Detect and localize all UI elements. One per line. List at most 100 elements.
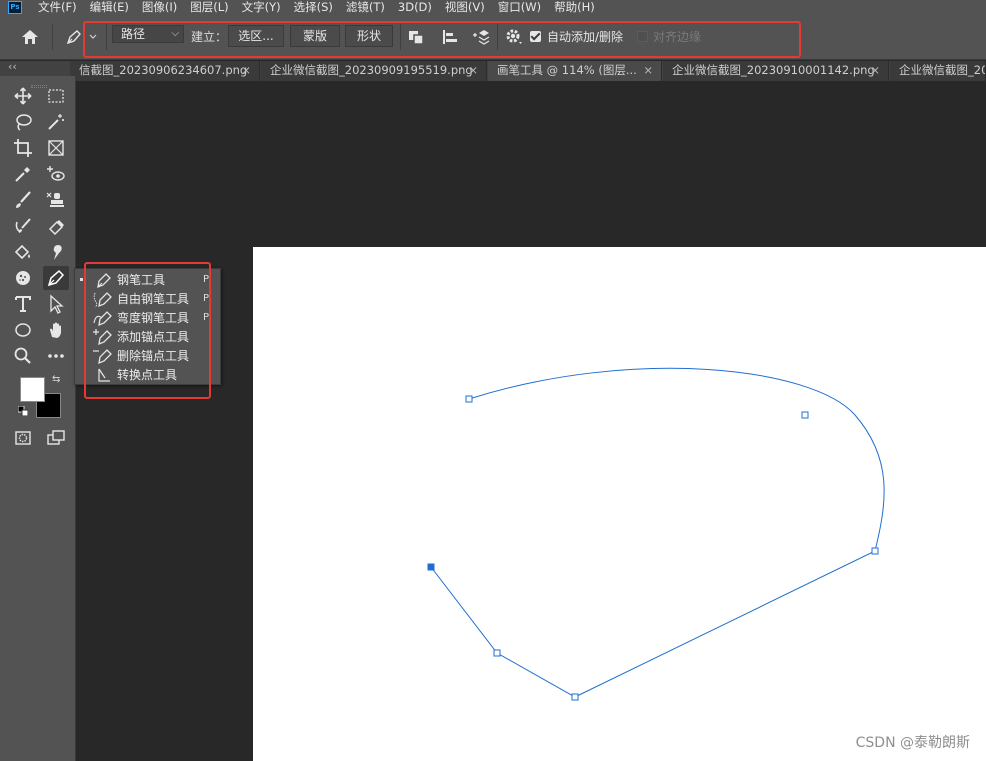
frame-tool[interactable] — [43, 136, 69, 160]
pen-tool[interactable] — [43, 266, 69, 290]
flyout-item-delete-anchor[interactable]: 删除锚点工具 — [75, 346, 222, 365]
close-icon[interactable]: × — [241, 61, 251, 79]
make-mask-button[interactable]: 蒙版 — [290, 25, 340, 47]
delete-anchor-icon — [93, 348, 112, 364]
hand-tool[interactable] — [43, 318, 69, 342]
eraser-tool[interactable] — [43, 214, 69, 238]
rectangular-marquee-icon — [48, 89, 64, 103]
eyedropper-icon — [15, 167, 30, 182]
ellipse-tool[interactable] — [10, 318, 36, 342]
path-arrangement-icon — [473, 30, 490, 45]
eyedropper-tool[interactable] — [10, 162, 36, 186]
path-operations-button[interactable] — [406, 27, 426, 47]
pen-icon — [66, 30, 97, 45]
make-selection-button[interactable]: 选区... — [228, 25, 284, 47]
menu-3d[interactable]: 3D(D) — [398, 0, 432, 14]
tool-mode-select[interactable]: 路径 ⌵ — [112, 25, 184, 43]
home-button[interactable] — [18, 26, 42, 48]
document-tab[interactable]: 企业微信截图_20230909195519.png × — [261, 61, 487, 81]
document-tab[interactable]: 企业微信截图_20 — [890, 61, 986, 81]
menu-file[interactable]: 文件(F) — [38, 0, 77, 14]
frame-icon — [48, 140, 64, 156]
zoom-icon — [14, 347, 31, 364]
menu-edit[interactable]: 编辑(E) — [90, 0, 129, 14]
screen-mode-button[interactable] — [43, 426, 69, 450]
edit-toolbar-button[interactable] — [43, 344, 69, 368]
auto-add-delete-checkbox[interactable]: 自动添加/删除 — [530, 28, 623, 45]
tools-panel: ⇆ — [0, 76, 76, 761]
swap-colors-icon[interactable]: ⇆ — [52, 374, 60, 385]
quick-mask-icon — [15, 431, 31, 445]
anchor-point[interactable] — [571, 693, 579, 701]
separator — [52, 24, 53, 50]
brush-tool[interactable] — [10, 188, 36, 212]
menu-filter[interactable]: 滤镜(T) — [346, 0, 385, 14]
default-colors-icon[interactable] — [18, 406, 28, 416]
smudge-tool[interactable] — [43, 240, 69, 264]
document-tab[interactable]: 企业微信截图_20230910001142.png × — [663, 61, 889, 81]
document-tab[interactable]: 信截图_20230906234607.png × — [70, 61, 260, 81]
sponge-tool[interactable] — [10, 266, 36, 290]
anchor-point[interactable] — [801, 411, 809, 419]
make-label: 建立： — [191, 30, 228, 44]
direct-selection-arrow-icon — [50, 294, 64, 314]
anchor-point-selected[interactable] — [427, 563, 435, 571]
stamp-tool[interactable] — [43, 188, 69, 212]
align-edges-checkbox[interactable]: 对齐边缘 — [637, 28, 701, 45]
color-sampler-3d-tool[interactable] — [43, 162, 69, 186]
marquee-tool[interactable] — [43, 84, 69, 108]
flyout-item-convert-point[interactable]: 转换点工具 — [75, 365, 222, 384]
menu-type[interactable]: 文字(Y) — [242, 0, 281, 14]
convert-point-icon — [98, 368, 110, 382]
pen-settings-button[interactable] — [504, 27, 524, 47]
path-alignment-button[interactable] — [440, 27, 460, 47]
magic-wand-tool[interactable] — [43, 110, 69, 134]
close-icon[interactable]: × — [643, 61, 653, 79]
menu-image[interactable]: 图像(I) — [142, 0, 177, 14]
separator — [497, 24, 498, 50]
zoom-tool[interactable] — [10, 344, 36, 368]
close-icon[interactable]: × — [870, 61, 880, 79]
auto-add-delete-label: 自动添加/删除 — [547, 30, 624, 44]
flyout-item-add-anchor[interactable]: 添加锚点工具 — [75, 327, 222, 346]
anchor-point[interactable] — [465, 395, 473, 403]
menu-select[interactable]: 选择(S) — [294, 0, 333, 14]
menu-help[interactable]: 帮助(H) — [554, 0, 595, 14]
add-anchor-icon — [93, 328, 112, 345]
menu-view[interactable]: 视图(V) — [445, 0, 485, 14]
gear-icon — [506, 29, 522, 44]
quick-mask-button[interactable] — [10, 426, 36, 450]
history-brush-tool[interactable] — [10, 214, 36, 238]
menu-window[interactable]: 窗口(W) — [498, 0, 541, 14]
ellipse-icon — [15, 323, 31, 337]
sponge-icon — [16, 271, 30, 285]
anchor-point[interactable] — [871, 547, 879, 555]
anchor-point[interactable] — [493, 649, 501, 657]
lasso-tool[interactable] — [10, 110, 36, 134]
path-arrangement-button[interactable] — [471, 27, 491, 47]
photoshop-logo: Ps — [8, 0, 22, 14]
flyout-label: 弯度钢笔工具 — [117, 311, 190, 325]
paint-bucket-icon — [14, 244, 30, 260]
document-canvas[interactable]: CSDN @泰勒朗斯 — [253, 247, 986, 761]
shortcut-key: P — [203, 274, 210, 285]
make-shape-button[interactable]: 形状 — [345, 25, 393, 47]
close-icon[interactable]: × — [468, 61, 478, 79]
type-tool[interactable] — [10, 292, 36, 316]
flyout-item-freeform-pen[interactable]: 自由钢笔工具 P — [75, 289, 222, 308]
tab-label: 企业微信截图_20230909195519.png — [270, 63, 473, 77]
menu-layer[interactable]: 图层(L) — [190, 0, 228, 14]
flyout-item-curvature-pen[interactable]: 弯度钢笔工具 P — [75, 308, 222, 327]
pen-path[interactable] — [253, 247, 986, 761]
tool-preset-picker[interactable] — [62, 26, 104, 48]
collapse-panels-button[interactable]: ‹‹ — [8, 61, 17, 73]
freeform-pen-icon — [93, 291, 112, 307]
crop-tool[interactable] — [10, 136, 36, 160]
paint-bucket-tool[interactable] — [10, 240, 36, 264]
move-tool[interactable] — [10, 84, 36, 108]
document-tab-active[interactable]: 画笔工具 @ 114% (图层... × — [488, 61, 662, 81]
foreground-color-swatch[interactable] — [20, 377, 45, 402]
flyout-item-pen[interactable]: 钢笔工具 P — [75, 270, 222, 289]
path-selection-tool[interactable] — [43, 292, 69, 316]
tab-label: 信截图_20230906234607.png — [79, 63, 248, 77]
